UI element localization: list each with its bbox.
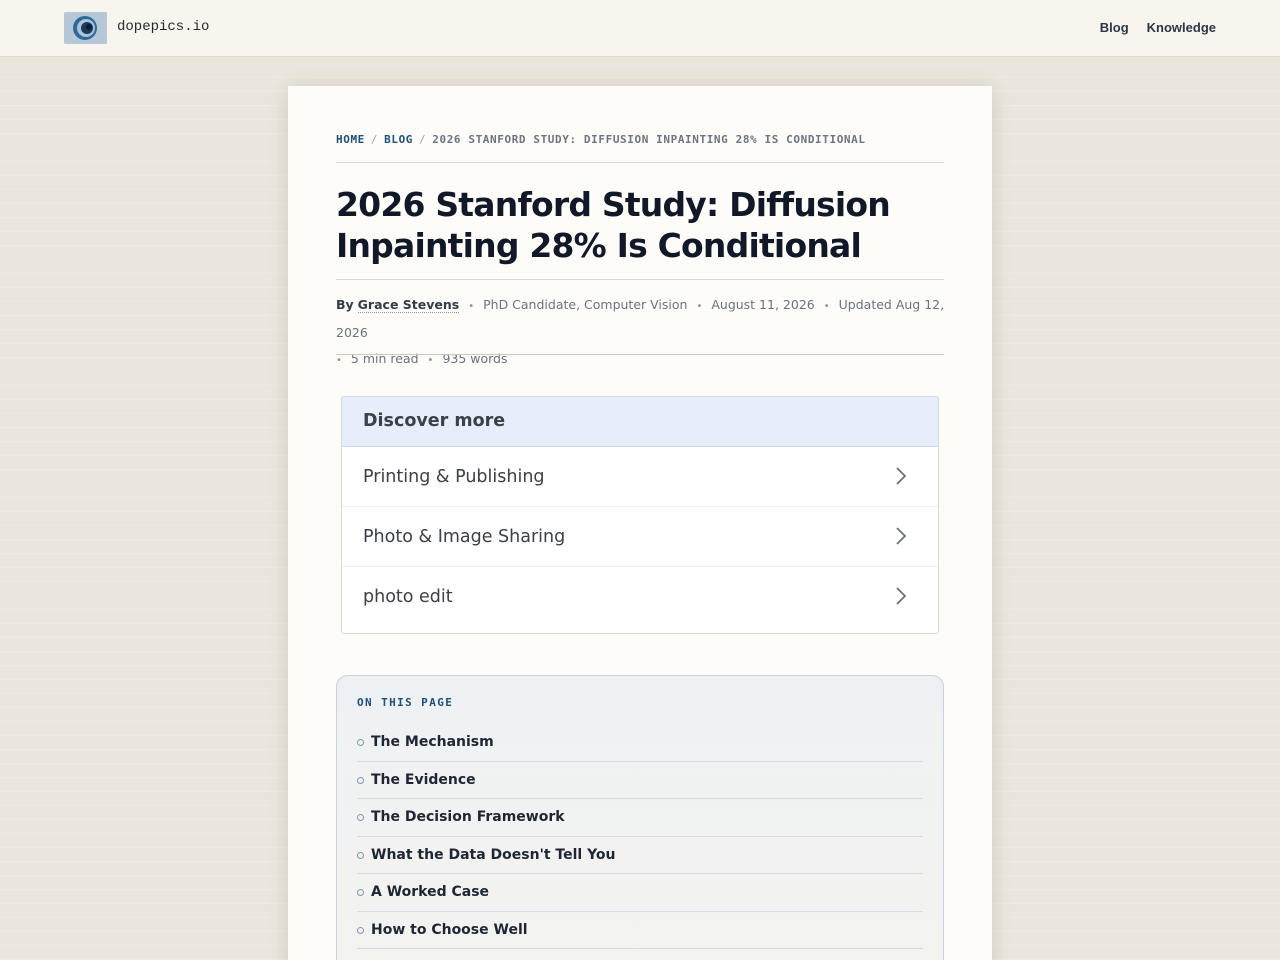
breadcrumb-home[interactable]: HOME bbox=[336, 133, 365, 146]
discover-item-photo-image-sharing[interactable]: Photo & Image Sharing bbox=[342, 507, 938, 567]
toc-item-the-decision-framework[interactable]: The Decision Framework bbox=[357, 799, 923, 837]
toc-item-label: What the Data Doesn't Tell You bbox=[371, 846, 616, 863]
breadcrumb: HOME / BLOG / 2026 STANFORD STUDY: DIFFUSION… bbox=[336, 133, 944, 146]
nav-link-blog[interactable]: Blog bbox=[1100, 20, 1129, 35]
discover-item-printing-publishing[interactable]: Printing & Publishing bbox=[342, 447, 938, 507]
discover-more-widget: Discover more Printing & Publishing Phot… bbox=[341, 396, 939, 634]
toc-item-label: The Decision Framework bbox=[371, 809, 565, 825]
divider bbox=[336, 279, 944, 280]
nav-link-knowledge[interactable]: Knowledge bbox=[1147, 20, 1216, 35]
discover-item-photo-edit[interactable]: photo edit bbox=[342, 567, 938, 627]
publish-date: August 11, 2026 bbox=[711, 297, 815, 312]
toc-item-what-the-data-doesnt-tell-you[interactable]: What the Data Doesn't Tell You bbox=[357, 837, 923, 874]
table-of-contents: ON THIS PAGE The Mechanism The Evidence … bbox=[336, 675, 944, 960]
discover-item-label: Printing & Publishing bbox=[363, 467, 545, 487]
author-link[interactable]: Grace Stevens bbox=[357, 297, 460, 313]
toc-item-label: The Mechanism bbox=[371, 734, 494, 750]
toc-item-label: How to Choose Well bbox=[371, 921, 528, 938]
author-role: PhD Candidate, Computer Vision bbox=[483, 297, 688, 312]
brand-name[interactable]: dopepics.io bbox=[117, 19, 209, 35]
article-meta: By Grace Stevens • PhD Candidate, Computer… bbox=[336, 292, 946, 374]
meta-dot: • bbox=[468, 301, 475, 312]
toc-bullet-icon bbox=[357, 739, 364, 746]
meta-dot: • bbox=[823, 301, 830, 312]
toc-bullet-icon bbox=[357, 889, 364, 896]
toc-item-a-worked-case[interactable]: A Worked Case bbox=[357, 874, 923, 912]
divider bbox=[336, 162, 944, 163]
breadcrumb-blog[interactable]: BLOG bbox=[384, 133, 413, 146]
toc-item-the-evidence[interactable]: The Evidence bbox=[357, 762, 923, 799]
toc-bullet-icon bbox=[357, 776, 364, 784]
site-logo-icon[interactable] bbox=[64, 12, 107, 44]
toc-item-the-mechanism[interactable]: The Mechanism bbox=[357, 724, 923, 762]
toc-list: The Mechanism The Evidence The Decision … bbox=[357, 724, 923, 949]
article-title: 2026 Stanford Study: Diffusion Inpaintin… bbox=[336, 185, 891, 265]
discover-item-label: Photo & Image Sharing bbox=[363, 527, 566, 547]
toc-heading: ON THIS PAGE bbox=[357, 696, 454, 709]
toc-item-label: A Worked Case bbox=[371, 884, 490, 900]
breadcrumb-separator: / bbox=[370, 133, 379, 146]
divider bbox=[336, 354, 944, 355]
chevron-right-icon bbox=[896, 587, 907, 605]
meta-dot: • bbox=[696, 301, 703, 312]
byline-prefix: By bbox=[336, 297, 354, 312]
breadcrumb-separator: / bbox=[419, 133, 427, 146]
breadcrumb-current: 2026 STANFORD STUDY: DIFFUSION INPAINTIN… bbox=[432, 133, 866, 146]
meta-dot: • bbox=[427, 355, 434, 366]
chevron-right-icon bbox=[896, 527, 907, 545]
toc-bullet-icon bbox=[357, 814, 364, 821]
toc-bullet-icon bbox=[357, 926, 364, 934]
chevron-right-icon bbox=[896, 467, 907, 485]
toc-bullet-icon bbox=[357, 851, 364, 859]
site-header: dopepics.io Blog Knowledge bbox=[0, 0, 1280, 57]
top-nav: Blog Knowledge bbox=[1100, 20, 1216, 35]
article-card: HOME / BLOG / 2026 STANFORD STUDY: DIFFUSION… bbox=[288, 86, 992, 960]
toc-item-label: The Evidence bbox=[371, 771, 476, 788]
discover-heading: Discover more bbox=[342, 397, 938, 447]
meta-dot: • bbox=[336, 355, 342, 366]
discover-item-label: photo edit bbox=[363, 587, 453, 607]
toc-item-how-to-choose-well[interactable]: How to Choose Well bbox=[357, 912, 923, 949]
